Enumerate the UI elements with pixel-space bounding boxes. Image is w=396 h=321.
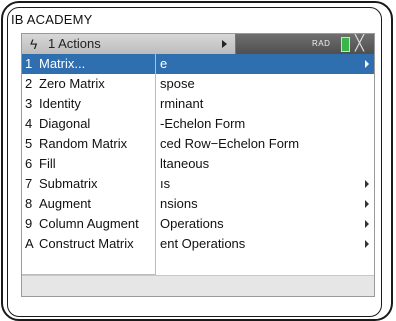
chevron-right-icon [365,220,369,228]
menu-item-identity[interactable]: 3 Identity [22,94,155,114]
menu-item-augment[interactable]: 8 Augment [22,194,155,214]
menu-item-diagonal[interactable]: 4 Diagonal [22,114,155,134]
menu-item-column-augment[interactable]: 9 Column Augment [22,214,155,234]
menu-item-fill[interactable]: 6 Fill [22,154,155,174]
actions-menu-tab[interactable]: ϟ 1 Actions [22,34,236,54]
submenu-arrow-icon [222,40,227,48]
chevron-right-icon [365,200,369,208]
close-icon[interactable]: ╳ [355,34,364,54]
device-brand-label: IB ACADEMY [11,12,93,27]
menu-item-construct-matrix[interactable]: A Construct Matrix [22,234,155,254]
angle-mode-indicator: RAD [312,39,331,48]
calculator-screen: ϟ 1 Actions RAD ╳ e spose rminant -Echel… [21,33,375,297]
menu-item-matrix[interactable]: 1 Matrix... [22,54,155,74]
chevron-right-icon [365,60,369,68]
menu-item-zero-matrix[interactable]: 2 Zero Matrix [22,74,155,94]
menu-item-random-matrix[interactable]: 5 Random Matrix [22,134,155,154]
chevron-right-icon [365,180,369,188]
battery-icon [341,37,350,52]
lightning-icon: ϟ [30,36,38,52]
matrix-dropdown-menu: 1 Matrix... 2 Zero Matrix 3 Identity 4 D… [22,54,156,275]
chevron-right-icon [365,240,369,248]
top-menu-bar: ϟ 1 Actions RAD ╳ [22,34,374,54]
actions-menu-label: 1 Actions [48,36,101,51]
menu-item-submatrix[interactable]: 7 Submatrix [22,174,155,194]
screen-footer-bar [22,275,374,296]
